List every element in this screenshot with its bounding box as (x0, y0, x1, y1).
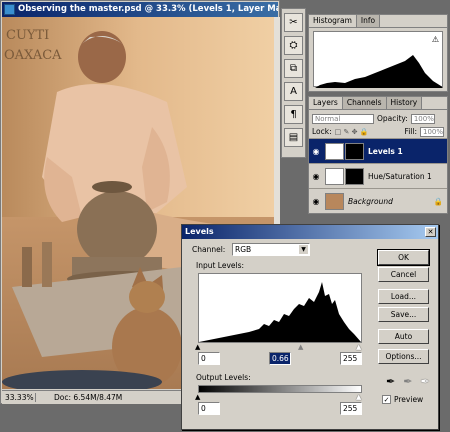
output-black-slider[interactable]: ▲ (195, 394, 200, 401)
levels-dialog-title: Levels (185, 227, 214, 236)
save-button[interactable]: Save... (378, 307, 429, 322)
layer-levels-1[interactable]: ◉ Levels 1 (309, 138, 447, 163)
layer-name: Hue/Saturation 1 (368, 171, 432, 181)
layer-name: Background (348, 196, 393, 206)
lock-icons[interactable]: □ ✎ ✥ 🔒 (335, 128, 369, 136)
chevron-down-icon[interactable]: ▼ (299, 245, 308, 254)
levels-histogram-graph (199, 282, 361, 342)
fill-field[interactable]: 100% (420, 126, 444, 137)
input-white-field[interactable]: 255 (340, 352, 362, 365)
tab-history[interactable]: History (386, 97, 423, 109)
tool-presets-icon[interactable]: ✂ (284, 13, 303, 32)
adjustment-thumbnail (325, 167, 344, 185)
levels-dialog-title-bar[interactable]: Levels ✕ (182, 225, 438, 239)
tab-histogram[interactable]: Histogram (309, 15, 357, 27)
visibility-eye-icon[interactable]: ◉ (309, 197, 323, 206)
opacity-field[interactable]: 100% (410, 113, 435, 124)
white-point-slider[interactable]: ▲ (356, 344, 361, 351)
auto-button[interactable]: Auto (378, 329, 429, 344)
output-levels-label: Output Levels: (196, 373, 251, 382)
output-white-field[interactable]: 255 (340, 402, 362, 415)
document-title-bar[interactable]: Observing the master.psd @ 33.3% (Levels… (2, 2, 278, 17)
notes-icon[interactable]: ▤ (284, 128, 303, 147)
zoom-field[interactable]: 33.33% (2, 393, 36, 402)
histogram-graph (315, 55, 443, 88)
black-eyedropper-icon[interactable]: ✒ (386, 375, 395, 388)
output-white-slider[interactable]: ▲ (356, 394, 361, 401)
paragraph-icon[interactable]: ¶ (284, 105, 303, 124)
tab-channels[interactable]: Channels (342, 97, 387, 109)
background-thumbnail (325, 192, 344, 210)
layer-mask-thumbnail[interactable] (345, 142, 364, 160)
input-gamma-field[interactable]: 0.66 (269, 352, 291, 365)
tab-layers[interactable]: Layers (309, 97, 343, 109)
lock-icon: 🔒 (433, 196, 443, 206)
character-icon[interactable]: A (284, 82, 303, 101)
levels-histogram (198, 273, 362, 343)
layer-hue-saturation-1[interactable]: ◉ Hue/Saturation 1 (309, 163, 447, 188)
ok-button[interactable]: OK (377, 249, 430, 266)
preview-checkbox[interactable]: ✓ (382, 395, 391, 404)
visibility-eye-icon[interactable]: ◉ (309, 147, 323, 156)
preview-label: Preview (394, 395, 424, 404)
white-eyedropper-icon[interactable]: ✒ (420, 375, 429, 388)
wall-text-2: OAXACA (4, 48, 62, 63)
clone-source-icon[interactable]: ⧉ (284, 59, 303, 78)
lock-label: Lock: (312, 127, 332, 136)
doc-size-info[interactable]: Doc: 6.54M/8.47M (36, 393, 122, 402)
input-levels-label: Input Levels: (196, 261, 245, 270)
output-gradient (198, 385, 362, 393)
input-black-field[interactable]: 0 (198, 352, 220, 365)
histogram-palette: Histogram Info ⚠ (308, 14, 448, 92)
palette-button-bar: ✂ ⛭ ⧉ A ¶ ▤ (281, 8, 306, 158)
preview-toggle[interactable]: ✓ Preview (382, 395, 423, 404)
levels-dialog: Levels ✕ Channel: RGB ▼ Input Levels: ▲ … (181, 224, 439, 430)
load-button[interactable]: Load... (378, 289, 429, 304)
fill-label: Fill: (404, 127, 417, 136)
output-slider-track[interactable]: ▲ ▲ (195, 394, 362, 401)
layer-background[interactable]: ◉ Background 🔒 (309, 188, 447, 213)
wall-text-1: CUYTI (6, 28, 49, 43)
opacity-label: Opacity: (377, 114, 408, 123)
visibility-eye-icon[interactable]: ◉ (309, 172, 323, 181)
layer-mask-thumbnail[interactable] (345, 167, 364, 185)
brushes-icon[interactable]: ⛭ (284, 36, 303, 55)
gray-eyedropper-icon[interactable]: ✒ (403, 375, 412, 388)
options-button[interactable]: Options... (378, 349, 429, 364)
layer-name: Levels 1 (368, 146, 403, 156)
input-slider-track[interactable]: ▲ ▲ ▲ (195, 344, 362, 351)
output-black-field[interactable]: 0 (198, 402, 220, 415)
close-icon[interactable]: ✕ (425, 227, 436, 237)
black-point-slider[interactable]: ▲ (195, 344, 200, 351)
channel-value: RGB (235, 245, 252, 254)
tab-info[interactable]: Info (356, 15, 381, 27)
channel-select[interactable]: RGB ▼ (232, 243, 310, 256)
document-title: Observing the master.psd @ 33.3% (Levels… (18, 4, 278, 14)
cancel-button[interactable]: Cancel (378, 267, 429, 282)
photoshop-doc-icon (4, 4, 15, 15)
eyedroppers: ✒ ✒ ✒ (386, 375, 430, 388)
channel-label: Channel: (192, 245, 226, 254)
layers-palette: Layers Channels History Normal Opacity: … (308, 96, 448, 214)
gamma-slider[interactable]: ▲ (298, 344, 303, 351)
blend-mode-select[interactable]: Normal (312, 113, 374, 124)
histogram-display: ⚠ (313, 31, 443, 88)
adjustment-thumbnail (325, 142, 344, 160)
